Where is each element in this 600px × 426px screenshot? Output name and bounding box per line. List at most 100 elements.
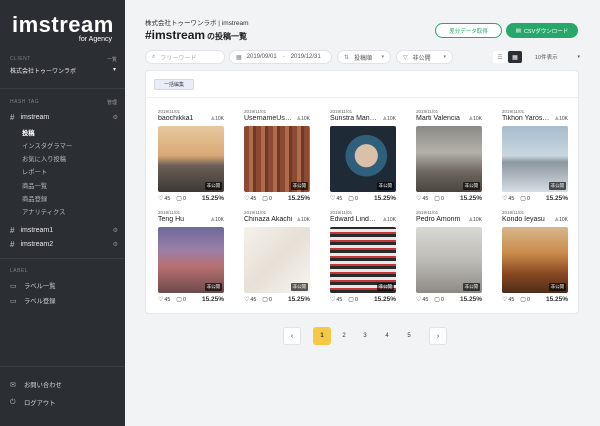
sidebar-hashtag-imstream[interactable]: # imstream ⚙ <box>10 113 118 122</box>
post-image[interactable]: 非公開 <box>416 126 482 192</box>
logo[interactable]: imstream for Agency <box>12 12 113 43</box>
page-3[interactable]: 3 <box>356 327 374 345</box>
post-card[interactable]: 2019/11/01 Edward Lind… ♙10K 非公開 ♡ 45 ▢ 0 15.25% <box>330 210 396 303</box>
followers-value: 10K <box>301 217 310 223</box>
page-title-hashtag: #imstream <box>145 28 206 42</box>
post-card[interactable]: 2019/11/01 UsernameUs… ♙10K 非公開 ♡ 45 ▢ 0 15.25% <box>244 109 310 202</box>
post-username[interactable]: Pedro Amorim <box>416 216 464 223</box>
date-to[interactable]: 2019/12/31 <box>291 54 321 60</box>
post-username[interactable]: Marti Valencia <box>416 115 464 122</box>
post-image[interactable]: 非公開 <box>502 126 568 192</box>
post-card[interactable]: 2019/11/01 Kondo Ieyasu ♙10K 非公開 ♡ 45 ▢ 0 15.25% <box>502 210 568 303</box>
post-card[interactable]: 2019/11/01 baochikka1 ♙10K 非公開 ♡ 45 ▢ 0 15.25% <box>158 109 224 202</box>
post-username[interactable]: Edward Lind… <box>330 216 378 223</box>
like-count: 45 <box>422 296 429 303</box>
date-from[interactable]: 2019/09/01 <box>247 54 277 60</box>
follower-count: ♙10K <box>555 116 568 122</box>
page-2[interactable]: 2 <box>335 327 353 345</box>
post-image[interactable]: 非公開 <box>244 126 310 192</box>
sidebar-hashtag-imstream1[interactable]: # imstream1 ⚙ <box>10 226 118 235</box>
heart-icon: ♡ <box>158 196 164 202</box>
divider <box>0 366 125 367</box>
post-card[interactable]: 2019/11/01 Marti Valencia ♙10K 非公開 ♡ 45 ▢ 0 15.2… <box>416 109 482 202</box>
comment-icon: ▢ <box>434 196 440 202</box>
sidebar-item-label-register[interactable]: ▭ ラベル登録 <box>10 296 55 306</box>
prev-page-button[interactable]: ‹ <box>283 327 301 345</box>
bulk-edit-button[interactable]: 一括編集 <box>154 79 194 90</box>
sidebar-item-favorite-posts[interactable]: お気に入り投稿 <box>22 154 66 163</box>
calendar-icon: ▦ <box>236 54 242 61</box>
client-select[interactable]: 株式会社トゥーワンラボ ▾ <box>10 66 116 75</box>
followers-value: 10K <box>387 217 396 223</box>
post-username[interactable]: Teng Hu <box>158 216 206 223</box>
post-username[interactable]: Kondo Ieyasu <box>502 216 550 223</box>
sidebar-item-report[interactable]: レポート <box>22 167 47 176</box>
post-image[interactable]: 非公開 <box>158 227 224 293</box>
post-date: 2019/11/01 <box>244 109 267 114</box>
sidebar-item-logout[interactable]: ⏻ ログアウト <box>10 398 55 408</box>
post-username[interactable]: Chinaza Akachi <box>244 216 292 223</box>
post-image[interactable]: 非公開 <box>158 126 224 192</box>
post-card[interactable]: 2019/11/01 Pedro Amorim ♙10K 非公開 ♡ 45 ▢ 0 15.25% <box>416 210 482 303</box>
post-image[interactable]: 非公開 <box>330 227 396 293</box>
per-page-select[interactable]: 10件表示 ▾ <box>535 50 580 64</box>
post-image[interactable]: 非公開 <box>330 126 396 192</box>
search-input[interactable]: フリーワード <box>160 53 196 62</box>
page-1[interactable]: 1 <box>313 327 331 345</box>
page-5[interactable]: 5 <box>400 327 418 345</box>
post-username[interactable]: Tikhon Yaros… <box>502 115 550 122</box>
post-stats: ♡ 45 ▢ 0 15.25% <box>244 195 310 202</box>
heart-icon: ♡ <box>158 297 164 303</box>
gear-icon[interactable]: ⚙ <box>113 241 118 248</box>
post-username[interactable]: baochikka1 <box>158 115 206 122</box>
sidebar-item-posts[interactable]: 投稿 <box>22 128 35 137</box>
like-count: 45 <box>508 195 515 202</box>
diff-data-button[interactable]: 差分データ取得 <box>435 23 502 38</box>
chevron-down-icon: ▾ <box>577 54 580 60</box>
post-card[interactable]: 2019/11/01 Chinaza Akachi ♙10K 非公開 ♡ 45 ▢ 0 15.2… <box>244 210 310 303</box>
sort-value: 投稿順 <box>354 55 373 62</box>
keyword-search[interactable]: ⌕ フリーワード <box>145 50 225 64</box>
sidebar-item-product-register[interactable]: 商品登録 <box>22 194 47 203</box>
next-page-button[interactable]: › <box>429 327 447 345</box>
sidebar-item-contact[interactable]: ✉ お問い合わせ <box>10 380 62 390</box>
sidebar-item-analytics[interactable]: アナリティクス <box>22 207 65 216</box>
visibility-filter[interactable]: ▽ 非公開 ▾ <box>396 50 453 64</box>
post-username[interactable]: UsernameUs… <box>244 115 292 122</box>
follower-count: ♙10K <box>297 116 310 122</box>
comment-icon: ▢ <box>348 297 354 303</box>
date-range-picker[interactable]: ▦ 2019/09/01 - 2019/12/31 <box>229 50 332 64</box>
post-card[interactable]: 2019/11/01 Sunstra Man… ♙10K 非公開 ♡ 45 ▢ 0 15.25% <box>330 109 396 202</box>
post-username[interactable]: Sunstra Man… <box>330 115 378 122</box>
sidebar-hashtag-imstream2[interactable]: # imstream2 ⚙ <box>10 240 118 249</box>
page-4[interactable]: 4 <box>378 327 396 345</box>
sidebar-item-instagrammers[interactable]: インスタグラマー <box>22 141 72 150</box>
gear-icon[interactable]: ⚙ <box>113 114 118 121</box>
sidebar-item-label-list[interactable]: ▭ ラベル一覧 <box>10 281 55 291</box>
hash-icon: # <box>10 240 15 249</box>
list-view-button[interactable]: ☰ <box>493 51 507 63</box>
sort-select[interactable]: ⇅ 投稿順 ▾ <box>337 50 391 64</box>
post-card[interactable]: 2019/11/01 Tikhon Yaros… ♙10K 非公開 ♡ 45 ▢ 0 15.25… <box>502 109 568 202</box>
hashtag-manage-link[interactable]: 管理 <box>107 99 117 106</box>
heart-icon: ♡ <box>502 196 508 202</box>
label-icon: ▭ <box>10 297 17 305</box>
grid-view-button[interactable]: ▦ <box>508 51 522 63</box>
heart-icon: ♡ <box>502 297 508 303</box>
csv-download-button[interactable]: ▤ CSVダウンロード <box>506 23 578 38</box>
sidebar-item-products[interactable]: 商品一覧 <box>22 181 47 190</box>
comment-count: 0 <box>354 296 358 303</box>
heart-icon: ♡ <box>330 297 336 303</box>
followers-value: 10K <box>559 116 568 122</box>
gear-icon[interactable]: ⚙ <box>113 227 118 234</box>
post-image[interactable]: 非公開 <box>244 227 310 293</box>
post-date: 2019/11/01 <box>330 210 353 215</box>
hash-icon: # <box>10 113 15 122</box>
post-card[interactable]: 2019/11/01 Teng Hu ♙10K 非公開 ♡ 45 ▢ 0 15.25% <box>158 210 224 303</box>
mail-icon: ✉ <box>10 381 16 389</box>
client-list-link[interactable]: 一覧 <box>107 56 117 63</box>
post-image[interactable]: 非公開 <box>416 227 482 293</box>
comment-icon: ▢ <box>520 297 526 303</box>
post-image[interactable]: 非公開 <box>502 227 568 293</box>
comment-icon: ▢ <box>348 196 354 202</box>
